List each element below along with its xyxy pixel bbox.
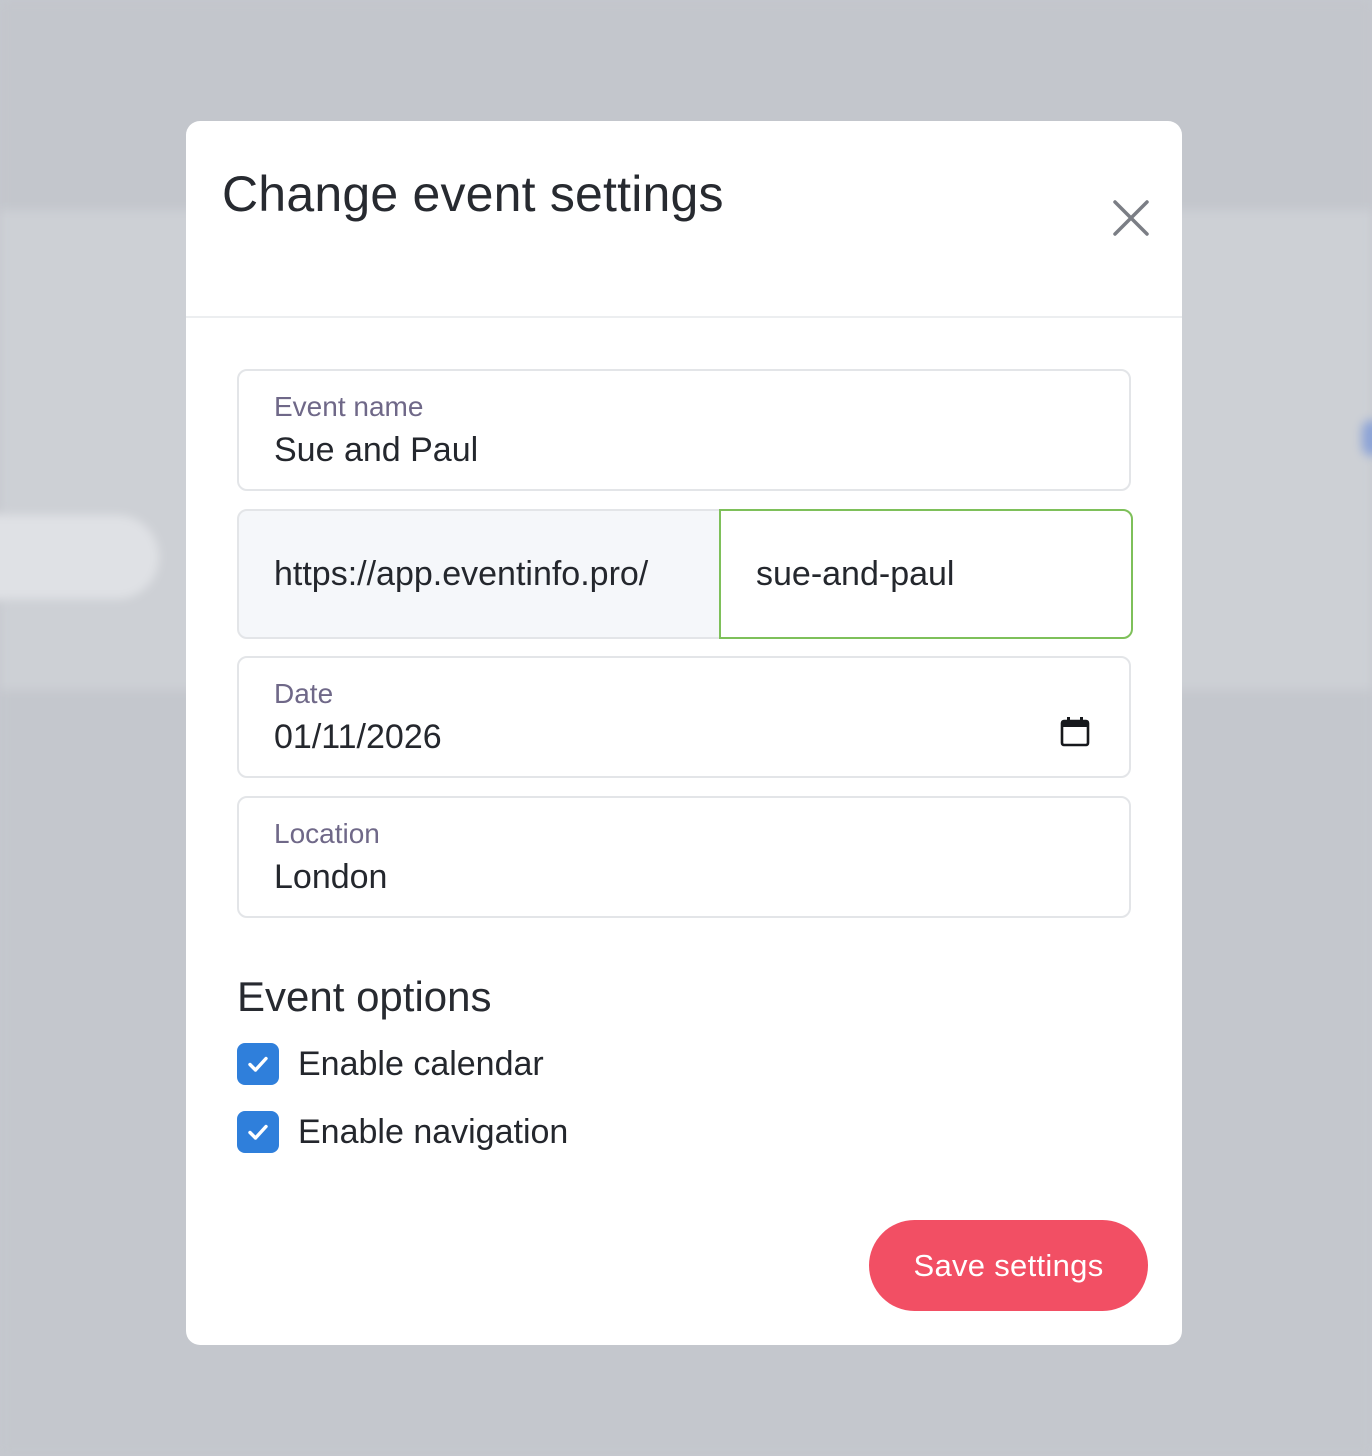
url-slug-input[interactable] — [756, 555, 1096, 594]
date-field[interactable]: Date — [237, 656, 1131, 778]
location-input[interactable] — [274, 858, 1034, 897]
enable-calendar-checkbox[interactable] — [237, 1043, 279, 1085]
close-icon — [1113, 200, 1149, 236]
enable-navigation-option[interactable]: Enable navigation — [237, 1110, 568, 1154]
url-prefix: https://app.eventinfo.pro/ — [274, 555, 649, 593]
checkmark-icon — [248, 1124, 268, 1140]
modal-header: Change event settings — [186, 121, 1182, 318]
date-label: Date — [274, 678, 334, 709]
event-name-label: Event name — [274, 391, 424, 422]
location-field[interactable]: Location — [237, 796, 1131, 918]
date-input[interactable] — [274, 718, 1034, 757]
close-button[interactable] — [1106, 193, 1156, 243]
event-settings-modal: Change event settings Event name https:/… — [186, 121, 1182, 1345]
checkmark-icon — [248, 1056, 268, 1072]
background-pill-button — [0, 512, 162, 602]
background-indicator — [1362, 420, 1372, 456]
location-label: Location — [274, 818, 380, 849]
event-name-input[interactable] — [274, 431, 1034, 470]
date-picker-button[interactable] — [1059, 716, 1091, 748]
enable-calendar-label: Enable calendar — [298, 1044, 544, 1083]
url-slug-field[interactable] — [719, 509, 1133, 639]
event-name-field[interactable]: Event name — [237, 369, 1131, 491]
save-settings-button[interactable]: Save settings — [869, 1220, 1148, 1311]
enable-navigation-checkbox[interactable] — [237, 1111, 279, 1153]
event-url-group: https://app.eventinfo.pro/ — [237, 509, 1133, 639]
enable-navigation-label: Enable navigation — [298, 1112, 569, 1151]
event-options-heading: Event options — [237, 973, 492, 1020]
enable-calendar-option[interactable]: Enable calendar — [237, 1042, 544, 1086]
modal-title: Change event settings — [222, 166, 724, 222]
calendar-icon — [1060, 717, 1090, 747]
